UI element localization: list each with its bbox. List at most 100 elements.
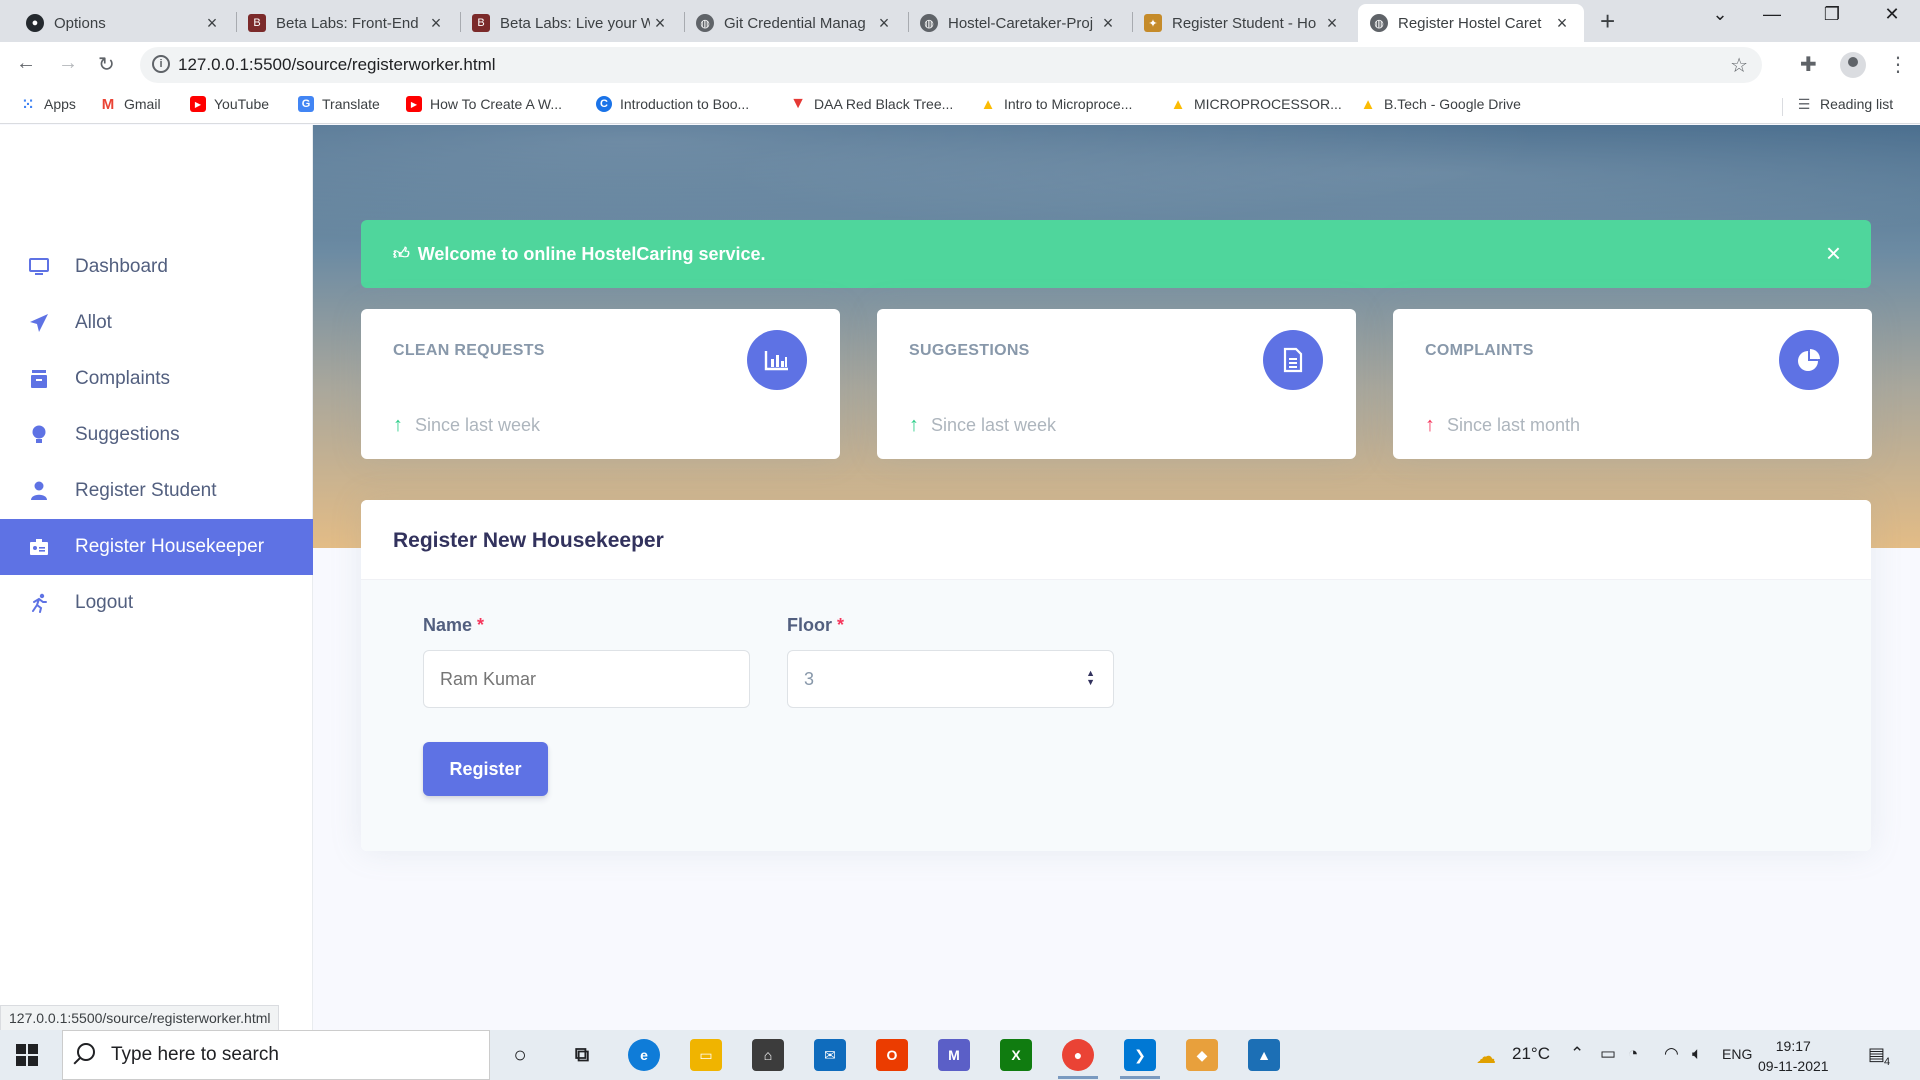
- card-body: Name * Floor * 3 ▲▼ Register: [361, 580, 1871, 851]
- floor-number-input[interactable]: 3 ▲ ▼: [787, 650, 1114, 708]
- reload-icon[interactable]: ↻: [98, 52, 115, 77]
- taskbar-search[interactable]: Type here to search: [62, 1030, 490, 1080]
- badge-icon: [28, 536, 50, 558]
- sidebar-item-label: Dashboard: [75, 256, 168, 277]
- xbox-icon[interactable]: X: [1000, 1039, 1032, 1071]
- office-icon[interactable]: O: [876, 1039, 908, 1071]
- back-icon[interactable]: ←: [16, 52, 36, 75]
- cortana-icon[interactable]: ○: [504, 1039, 536, 1071]
- close-icon[interactable]: ×: [1322, 13, 1342, 34]
- close-icon[interactable]: ×: [1098, 13, 1118, 34]
- bookmark-gmail[interactable]: M Gmail: [100, 96, 161, 113]
- extensions-icon[interactable]: ✚: [1800, 52, 1817, 77]
- bookmark-label: MICROPROCESSOR...: [1194, 96, 1342, 112]
- stat-card-period: Since last month: [1447, 415, 1581, 435]
- sidebar-item-register-housekeeper[interactable]: Register Housekeeper: [0, 519, 313, 575]
- bookmark-youtube-2[interactable]: ▶ How To Create A W...: [406, 96, 562, 112]
- photos-icon[interactable]: ▲: [1248, 1039, 1280, 1071]
- wifi-icon[interactable]: ◠: [1664, 1044, 1679, 1064]
- volume-icon[interactable]: 🔈︎: [1692, 1044, 1702, 1064]
- new-tab-button[interactable]: +: [1600, 6, 1615, 37]
- close-icon[interactable]: ×: [426, 13, 446, 34]
- browser-tab-active[interactable]: ◍ Register Hostel Caret ×: [1358, 4, 1584, 42]
- network-icon[interactable]: ◔: [1628, 1044, 1638, 1064]
- name-label: Name *: [423, 615, 484, 636]
- globe-icon: ◍: [1370, 14, 1388, 32]
- store-icon[interactable]: ⌂: [752, 1039, 784, 1071]
- sidebar-item-logout[interactable]: Logout: [0, 575, 313, 631]
- required-mark: *: [837, 615, 845, 635]
- bookmark-intro-boo[interactable]: C Introduction to Boo...: [596, 96, 749, 112]
- sidebar-item-dashboard[interactable]: Dashboard: [0, 239, 313, 295]
- close-icon[interactable]: ×: [1552, 13, 1572, 34]
- system-clock[interactable]: 19:17 09-11-2021: [1758, 1036, 1829, 1076]
- weather-icon[interactable]: ☁: [1476, 1044, 1496, 1069]
- alert-close-icon[interactable]: ×: [1826, 238, 1841, 269]
- reading-list[interactable]: ☰ Reading list: [1796, 96, 1893, 113]
- bookmark-translate[interactable]: G Translate: [298, 96, 380, 112]
- edge-icon[interactable]: e: [628, 1039, 660, 1071]
- bookmark-star-icon[interactable]: ☆: [1730, 53, 1748, 78]
- drive-icon: ▲: [980, 95, 996, 113]
- site-info-icon[interactable]: i: [152, 55, 170, 73]
- notification-icon[interactable]: ▤: [1868, 1044, 1885, 1065]
- sidebar-item-register-student[interactable]: Register Student: [0, 463, 313, 519]
- bookmark-apps[interactable]: ⁙ Apps: [20, 96, 76, 113]
- app-icon[interactable]: M: [938, 1039, 970, 1071]
- restore-icon[interactable]: ❐: [1812, 4, 1852, 25]
- address-bar[interactable]: i 127.0.0.1:5500/source/registerworker.h…: [140, 47, 1762, 83]
- language-indicator[interactable]: ENG: [1722, 1046, 1752, 1062]
- browser-tab[interactable]: ● Options ×: [14, 4, 234, 42]
- number-spinner-icon[interactable]: ▲ ▼: [1086, 669, 1095, 687]
- sidebar-item-complaints[interactable]: Complaints: [0, 351, 313, 407]
- vscode-icon[interactable]: ❯: [1124, 1039, 1156, 1071]
- sidebar-item-label: Register Housekeeper: [75, 536, 265, 557]
- bookmark-youtube[interactable]: ▶ YouTube: [190, 96, 269, 112]
- close-icon[interactable]: ×: [874, 13, 894, 34]
- weather-temp[interactable]: 21°C: [1512, 1044, 1550, 1064]
- address-url[interactable]: 127.0.0.1:5500/source/registerworker.htm…: [178, 55, 496, 75]
- mail-icon[interactable]: ✉: [814, 1039, 846, 1071]
- tray-chevron-icon[interactable]: ⌃: [1570, 1044, 1584, 1064]
- forward-icon[interactable]: →: [58, 52, 78, 75]
- close-icon[interactable]: ×: [650, 13, 670, 34]
- browser-tab[interactable]: ◍ Git Credential Manag ×: [684, 4, 906, 42]
- profile-avatar[interactable]: [1840, 52, 1866, 78]
- register-button[interactable]: Register: [423, 742, 548, 796]
- browser-tab[interactable]: ◍ Hostel-Caretaker-Proj ×: [908, 4, 1130, 42]
- translate-icon: G: [298, 96, 314, 112]
- bookmark-daa[interactable]: ▼ DAA Red Black Tree...: [790, 95, 954, 112]
- file-explorer-icon[interactable]: ▭: [690, 1039, 722, 1071]
- tab-search-icon[interactable]: ⌄: [1700, 4, 1740, 25]
- close-icon[interactable]: ×: [202, 13, 222, 34]
- clock-date: 09-11-2021: [1758, 1058, 1829, 1074]
- windows-start-icon[interactable]: [16, 1044, 38, 1066]
- sidebar-item-allot[interactable]: Allot: [0, 295, 313, 351]
- menu-kebab-icon[interactable]: ⋮: [1888, 52, 1908, 77]
- browser-tab[interactable]: B Beta Labs: Live your W ×: [460, 4, 682, 42]
- bookmark-microproc[interactable]: ▲ Intro to Microproce...: [980, 95, 1133, 113]
- browser-tab[interactable]: ✦ Register Student - Ho ×: [1132, 4, 1354, 42]
- bookmark-btech-drive[interactable]: ▲ B.Tech - Google Drive: [1360, 96, 1521, 113]
- browser-tab[interactable]: B Beta Labs: Front-End ×: [236, 4, 458, 42]
- required-mark: *: [477, 615, 485, 635]
- sidebar-item-label: Logout: [75, 592, 134, 613]
- task-view-icon[interactable]: ⧉: [566, 1039, 598, 1071]
- betalabs-icon: B: [248, 14, 266, 32]
- youtube-icon: ▶: [406, 96, 422, 112]
- bookmark-label: Apps: [44, 96, 76, 112]
- tab-title: Git Credential Manag: [724, 14, 866, 32]
- window-close-icon[interactable]: ✕: [1872, 4, 1912, 25]
- stat-card-title: CLEAN REQUESTS: [393, 342, 545, 359]
- battery-icon[interactable]: ▭: [1600, 1044, 1616, 1064]
- bookmark-label: Translate: [322, 96, 380, 112]
- minimize-icon[interactable]: —: [1752, 4, 1792, 25]
- register-housekeeper-card: Register New Housekeeper Name * Floor * …: [361, 500, 1871, 851]
- bookmark-microprocessor[interactable]: ▲ MICROPROCESSOR...: [1170, 96, 1342, 113]
- bookmark-label: DAA Red Black Tree...: [814, 96, 954, 112]
- sidebar-item-suggestions[interactable]: Suggestions: [0, 407, 313, 463]
- bookmarks-bar: ⁙ Apps M Gmail ▶ YouTube G Translate ▶ H…: [0, 88, 1920, 124]
- name-input[interactable]: [423, 650, 750, 708]
- git-kraken-icon[interactable]: ◆: [1186, 1039, 1218, 1071]
- chrome-icon[interactable]: ●: [1062, 1039, 1094, 1071]
